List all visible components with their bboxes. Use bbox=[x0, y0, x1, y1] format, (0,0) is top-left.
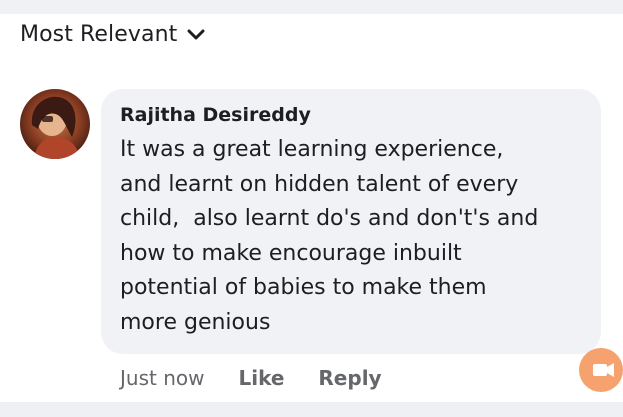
chevron-down-icon bbox=[187, 29, 205, 39]
comment-actions: Just now Like Reply bbox=[120, 366, 382, 390]
like-button[interactable]: Like bbox=[238, 366, 284, 390]
sort-dropdown[interactable]: Most Relevant bbox=[20, 22, 205, 47]
comment-text: It was a great learning experience, and … bbox=[120, 137, 539, 335]
comment-author[interactable]: Rajitha Desireddy bbox=[120, 103, 583, 127]
video-call-badge[interactable] bbox=[579, 348, 623, 392]
sort-label: Most Relevant bbox=[20, 22, 178, 47]
profile-photo-icon bbox=[20, 89, 90, 159]
comment-bubble: Rajitha Desireddy It was a great learnin… bbox=[101, 89, 601, 354]
top-divider bbox=[0, 0, 623, 14]
video-camera-icon bbox=[593, 363, 614, 377]
bottom-divider bbox=[0, 402, 623, 417]
comment-timestamp[interactable]: Just now bbox=[120, 366, 204, 390]
reply-button[interactable]: Reply bbox=[318, 366, 381, 390]
avatar[interactable] bbox=[20, 89, 90, 159]
